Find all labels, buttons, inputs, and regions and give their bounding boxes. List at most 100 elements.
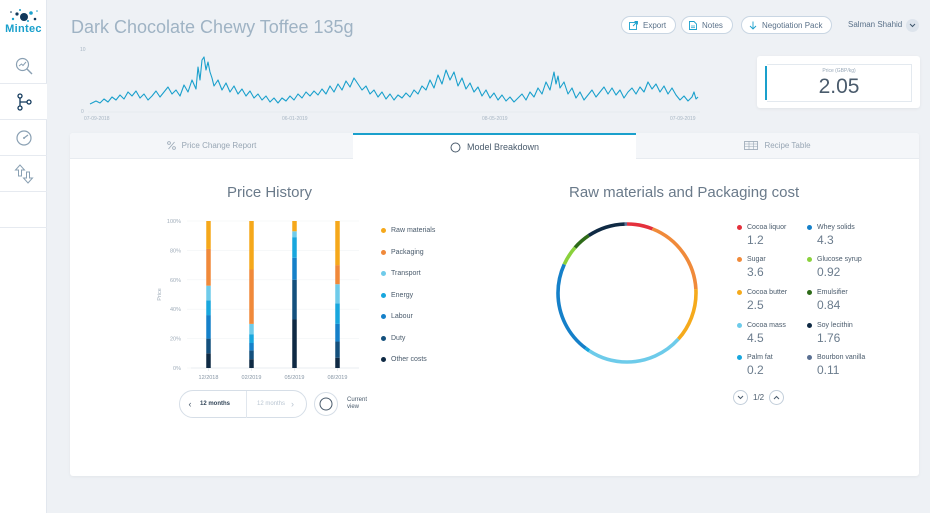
- bar-segment[interactable]: [335, 284, 340, 304]
- circle-icon: [450, 142, 461, 152]
- bar-segment[interactable]: [292, 221, 297, 232]
- materials-pager: 1/2: [733, 390, 785, 405]
- material-sugar[interactable]: Sugar 3.6: [737, 255, 817, 285]
- bar-segment[interactable]: [249, 343, 254, 351]
- bar-segment[interactable]: [249, 323, 254, 335]
- sidebar-item-dashboard[interactable]: [0, 120, 47, 156]
- period-next[interactable]: 12 months: [247, 401, 291, 407]
- sidebar-item-models[interactable]: [0, 84, 47, 120]
- page-up-button[interactable]: [769, 390, 785, 405]
- bar-segment[interactable]: [249, 221, 254, 270]
- period-next-button[interactable]: ›: [291, 399, 305, 409]
- bar-segment[interactable]: [206, 285, 211, 301]
- material-label: Emulsifier: [817, 289, 848, 296]
- export-icon: [629, 20, 638, 30]
- page-down-button[interactable]: [733, 390, 748, 405]
- download-arrow-icon: [749, 21, 757, 30]
- legend-dot: [381, 292, 386, 298]
- bar-segment[interactable]: [292, 237, 297, 258]
- price-sparkline[interactable]: 10 0 07-09-2018 06-01-2019 08-05-2019 07…: [70, 42, 710, 124]
- bar-segment[interactable]: [206, 221, 211, 249]
- material-value: 2.5: [747, 298, 764, 312]
- bar-segment[interactable]: [206, 315, 211, 339]
- user-name[interactable]: Salman Shahid: [848, 20, 902, 29]
- material-cocoa-butter[interactable]: Cocoa butter 2.5: [737, 288, 817, 318]
- notes-button[interactable]: Notes: [681, 16, 733, 34]
- sidebar: Mintec: [0, 0, 47, 513]
- material-soy-lecithin[interactable]: Soy lecithin 1.76: [807, 321, 887, 351]
- material-label: Soy lecithin: [817, 322, 853, 329]
- legend-item-energy[interactable]: Energy: [381, 285, 435, 307]
- tab-recipe-table[interactable]: Recipe Table: [636, 133, 919, 159]
- legend-dot: [381, 249, 386, 255]
- bar-segment[interactable]: [206, 300, 211, 316]
- export-label: Export: [643, 20, 667, 30]
- tab-price-change-report[interactable]: Price Change Report: [70, 133, 353, 159]
- legend-label: Packaging: [391, 248, 424, 256]
- logo[interactable]: Mintec: [0, 4, 47, 46]
- period-current[interactable]: 12 months: [200, 401, 246, 407]
- bar-segment[interactable]: [249, 269, 254, 324]
- sparkline-x-tick: 06-01-2019: [282, 116, 308, 122]
- bar-segment[interactable]: [335, 265, 340, 285]
- material-palm-fat[interactable]: Palm fat 0.2: [737, 353, 817, 383]
- legend-item-other-costs[interactable]: Other costs: [381, 349, 435, 371]
- material-glucose-syrup[interactable]: Glucose syrup 0.92: [807, 255, 887, 285]
- legend-item-duty[interactable]: Duty: [381, 328, 435, 350]
- bar-segment[interactable]: [292, 319, 297, 368]
- notes-label: Notes: [702, 20, 723, 30]
- legend-label: Energy: [391, 291, 414, 299]
- material-bourbon-vanilla[interactable]: Bourbon vanilla 0.11: [807, 353, 887, 383]
- bar-segment[interactable]: [335, 221, 340, 266]
- y-tick-label: 0%: [173, 366, 181, 372]
- bar-segment[interactable]: [249, 350, 254, 360]
- material-emulsifier[interactable]: Emulsifier 0.84: [807, 288, 887, 318]
- mintec-logo-icon: [9, 9, 38, 22]
- material-value: 0.92: [817, 265, 841, 279]
- material-dot: [737, 225, 742, 230]
- bar-segment[interactable]: [292, 257, 297, 280]
- material-value: 4.5: [747, 331, 764, 345]
- price-history-chart[interactable]: 0% 20% 40% 60% 80% 100% Price 12/2018 02/2019 05/…: [155, 213, 370, 388]
- sparkline-y-tick: 10: [80, 47, 86, 53]
- chevron-down-icon: [737, 395, 744, 400]
- legend-item-transport[interactable]: Transport: [381, 263, 435, 285]
- current-view-label: Current view: [347, 397, 368, 410]
- material-cocoa-mass[interactable]: Cocoa mass 4.5: [737, 321, 817, 351]
- bar-segment[interactable]: [335, 357, 340, 368]
- tab-model-breakdown[interactable]: Model Breakdown: [353, 133, 636, 159]
- bar-segment[interactable]: [206, 248, 211, 286]
- chevron-down-icon: [909, 23, 916, 28]
- material-value: 1.76: [817, 331, 841, 345]
- price-label: Price (GBP/kg): [822, 68, 856, 74]
- raw-materials-donut[interactable]: [552, 218, 702, 368]
- period-prev-button[interactable]: ‹: [180, 399, 200, 409]
- sparkline-x-tick: 07-09-2019: [670, 116, 696, 122]
- legend-label: Raw materials: [391, 227, 436, 235]
- negotiation-pack-button[interactable]: Negotiation Pack: [741, 16, 833, 34]
- sidebar-item-price-search[interactable]: [0, 48, 47, 84]
- logo-text: Mintec: [5, 23, 42, 35]
- bar-segment[interactable]: [206, 353, 211, 368]
- current-view-button[interactable]: [314, 392, 338, 416]
- bar-segment[interactable]: [335, 323, 340, 342]
- bar-segment[interactable]: [292, 279, 297, 320]
- legend-item-raw-materials[interactable]: Raw materials: [381, 220, 435, 242]
- y-tick-label: 40%: [170, 307, 181, 313]
- sparkline-path: [89, 56, 699, 105]
- material-cocoa-liquor[interactable]: Cocoa liquor 1.2: [737, 223, 817, 253]
- material-whey-solids[interactable]: Whey solids 4.3: [807, 223, 887, 253]
- user-menu-toggle[interactable]: [906, 19, 919, 32]
- bar-segment[interactable]: [335, 341, 340, 358]
- bar-segment[interactable]: [292, 231, 297, 238]
- bar-segment[interactable]: [249, 334, 254, 344]
- sidebar-item-compare[interactable]: [0, 156, 47, 192]
- legend-item-packaging[interactable]: Packaging: [381, 242, 435, 264]
- bar-segment[interactable]: [249, 359, 254, 368]
- bar-segment[interactable]: [206, 338, 211, 354]
- legend-item-labour[interactable]: Labour: [381, 306, 435, 328]
- export-button[interactable]: Export: [621, 16, 677, 34]
- material-value: 1.2: [747, 233, 764, 247]
- up-down-arrows-icon: [13, 163, 34, 184]
- bar-segment[interactable]: [335, 303, 340, 324]
